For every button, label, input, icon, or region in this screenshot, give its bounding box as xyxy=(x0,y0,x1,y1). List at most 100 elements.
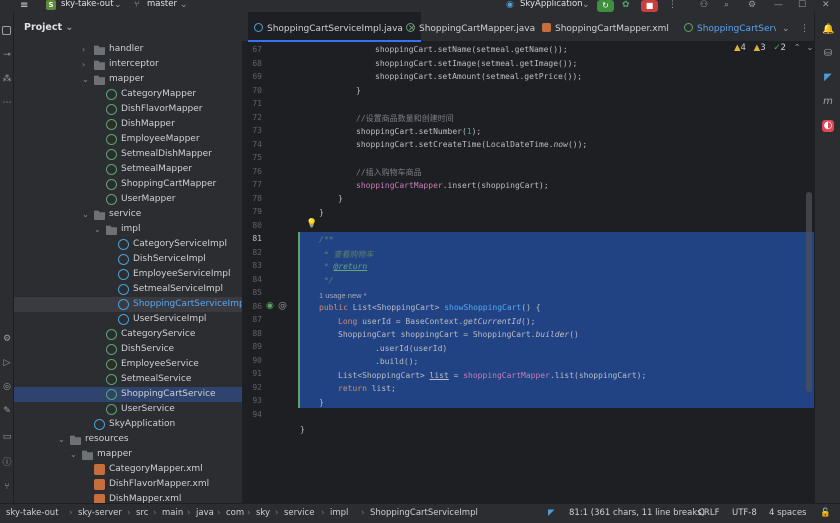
more-tools-icon[interactable]: ⋯ xyxy=(2,98,12,108)
git-icon[interactable]: ⑂ xyxy=(2,482,12,492)
tree-item[interactable]: EmployeeMapper xyxy=(14,132,242,147)
editor-scrollbar[interactable] xyxy=(806,192,812,392)
chevron-right-icon[interactable]: › xyxy=(82,42,90,57)
chevron-down-icon[interactable]: ⌄ xyxy=(94,222,102,237)
database-icon[interactable]: ⛁ xyxy=(822,48,834,60)
search-icon[interactable]: ⌕ xyxy=(724,0,729,10)
debug-icon[interactable]: ✿ xyxy=(622,0,630,10)
tree-item[interactable]: CategoryServiceImpl xyxy=(14,237,242,252)
tree-item[interactable]: ⌄ mapper xyxy=(14,447,242,462)
tree-item[interactable]: SetmealDishMapper xyxy=(14,147,242,162)
tree-item[interactable]: ⌄ impl xyxy=(14,222,242,237)
lightbulb-icon[interactable]: 💡 xyxy=(306,219,317,229)
indent-setting[interactable]: 4 spaces xyxy=(769,508,806,518)
tree-item[interactable]: DishFlavorMapper.xml xyxy=(14,477,242,492)
tree-item[interactable]: › handler xyxy=(14,42,242,57)
run-icon[interactable]: ▷ xyxy=(2,358,12,368)
project-badge[interactable]: S xyxy=(46,0,56,10)
line-ending[interactable]: CRLF xyxy=(698,508,719,518)
tree-item[interactable]: UserService xyxy=(14,402,242,417)
commit-icon[interactable]: ⊸ xyxy=(2,50,12,60)
breadcrumb-item[interactable]: ShoppingCartServiceImpl xyxy=(370,508,478,518)
tree-item[interactable]: UserServiceImpl xyxy=(14,312,242,327)
chevron-down-icon[interactable]: ⌄ xyxy=(70,447,78,462)
tree-item[interactable]: EmployeeServiceImpl xyxy=(14,267,242,282)
breadcrumb-item[interactable]: main xyxy=(162,508,183,518)
breadcrumb-item[interactable]: sky-server xyxy=(78,508,122,518)
more-icon[interactable]: ⋮ xyxy=(800,12,809,42)
tree-item[interactable]: › interceptor xyxy=(14,57,242,72)
tab-shoppingcartmapper-xml[interactable]: ShoppingCartMapper.xml xyxy=(542,12,669,42)
run-config-name[interactable]: SkyApplication xyxy=(520,0,583,9)
chevron-down-icon[interactable]: ⌄ xyxy=(114,0,122,10)
tree-item[interactable]: CategoryService xyxy=(14,327,242,342)
tree-item[interactable]: ShoppingCartServiceImpl xyxy=(14,297,242,312)
chevron-down-icon[interactable]: ⌄ xyxy=(782,12,790,42)
breadcrumb-item[interactable]: src xyxy=(136,508,148,518)
project-panel-header[interactable]: Project ⌄ xyxy=(24,22,73,33)
chevron-down-icon[interactable]: ⌄ xyxy=(806,43,813,53)
tree-item[interactable]: ShoppingCartService xyxy=(14,387,242,402)
tree-item[interactable]: SetmealMapper xyxy=(14,162,242,177)
maven-icon[interactable]: m xyxy=(822,96,834,108)
branch-name[interactable]: master xyxy=(147,0,177,9)
breadcrumb-item[interactable]: impl xyxy=(330,508,348,518)
more-icon[interactable]: ⋮ xyxy=(668,0,677,10)
minimize-icon[interactable]: — xyxy=(774,0,783,10)
caret-position[interactable]: 81:1 (361 chars, 11 line breaks) xyxy=(569,508,705,518)
tab-shoppingcartservice[interactable]: ShoppingCartServic xyxy=(684,12,776,42)
override-icon[interactable]: @ xyxy=(278,301,287,311)
chevron-down-icon[interactable]: ⌄ xyxy=(58,432,66,447)
close-icon[interactable]: ✕ xyxy=(822,0,830,10)
chevron-right-icon[interactable]: › xyxy=(82,57,90,72)
terminal-icon[interactable]: ▭ xyxy=(2,432,12,442)
rerun-button[interactable]: ↻ xyxy=(597,0,614,12)
usage-inlay-hint[interactable]: 1 usage new * xyxy=(319,291,367,300)
chevron-down-icon[interactable]: ⌄ xyxy=(582,0,590,10)
tree-item[interactable]: SetmealService xyxy=(14,372,242,387)
tree-item[interactable]: CategoryMapper xyxy=(14,87,242,102)
chevron-down-icon[interactable]: ⌄ xyxy=(82,72,90,87)
breadcrumb-item[interactable]: sky-take-out xyxy=(6,508,59,518)
tree-item[interactable]: SetmealServiceImpl xyxy=(14,282,242,297)
chevron-up-icon[interactable]: ⌃ xyxy=(794,43,801,53)
add-user-icon[interactable]: ⚇ xyxy=(700,0,708,10)
build-icon[interactable]: ✎ xyxy=(2,406,12,416)
breadcrumb-item[interactable]: sky xyxy=(256,508,270,518)
gear-icon[interactable]: ⚙ xyxy=(748,0,756,10)
chevron-down-icon[interactable]: ⌄ xyxy=(82,207,90,222)
tree-item[interactable]: EmployeeService xyxy=(14,357,242,372)
tab-shoppingcartmapper-java[interactable]: ShoppingCartMapper.java xyxy=(406,12,535,42)
main-menu-icon[interactable]: ≡ xyxy=(20,1,31,11)
tree-item[interactable]: DishMapper xyxy=(14,117,242,132)
breadcrumb-item[interactable]: java xyxy=(196,508,214,518)
breadcrumb-item[interactable]: service xyxy=(284,508,314,518)
debug-tool-icon[interactable]: ◎ xyxy=(2,382,12,392)
plugin-icon[interactable]: ◐ xyxy=(822,120,834,132)
project-tool-icon[interactable] xyxy=(2,26,11,35)
tree-item[interactable]: ⌄ mapper xyxy=(14,72,242,87)
tree-item[interactable]: DishMapper.xml xyxy=(14,492,242,503)
inspection-widget[interactable]: ▲4 ▲3 ✓2 ⌃ ⌄ xyxy=(734,43,814,53)
services-icon[interactable]: ⚙ xyxy=(2,334,12,344)
tree-item[interactable]: CategoryMapper.xml xyxy=(14,462,242,477)
problems-icon[interactable]: ⓘ xyxy=(2,458,12,468)
tree-item[interactable]: ⌄ resources xyxy=(14,432,242,447)
tree-item[interactable]: DishService xyxy=(14,342,242,357)
tree-item[interactable]: SkyApplication xyxy=(14,417,242,432)
lock-icon[interactable]: 🔓 xyxy=(820,508,831,518)
notifications-icon[interactable]: 🔔 xyxy=(822,24,834,36)
tree-item[interactable]: ShoppingCartMapper xyxy=(14,177,242,192)
ai-assistant-icon[interactable]: ◤ xyxy=(822,72,834,84)
project-name[interactable]: sky-take-out xyxy=(61,0,114,9)
tree-item[interactable]: UserMapper xyxy=(14,192,242,207)
ai-status-icon[interactable]: ◤ xyxy=(548,508,555,518)
maximize-icon[interactable]: ☐ xyxy=(798,0,806,10)
code-editor[interactable]: ▲4 ▲3 ✓2 ⌃ ⌄ 67 68 69 70 71 72 73 74 75 76 77 78 79 8… xyxy=(242,42,814,503)
file-encoding[interactable]: UTF-8 xyxy=(732,508,757,518)
tree-item[interactable]: ⌄ service xyxy=(14,207,242,222)
structure-icon[interactable]: ⁂ xyxy=(2,74,12,84)
stop-button[interactable]: ■ xyxy=(641,0,658,12)
tree-item[interactable]: DishServiceImpl xyxy=(14,252,242,267)
breadcrumb-item[interactable]: com xyxy=(226,508,244,518)
